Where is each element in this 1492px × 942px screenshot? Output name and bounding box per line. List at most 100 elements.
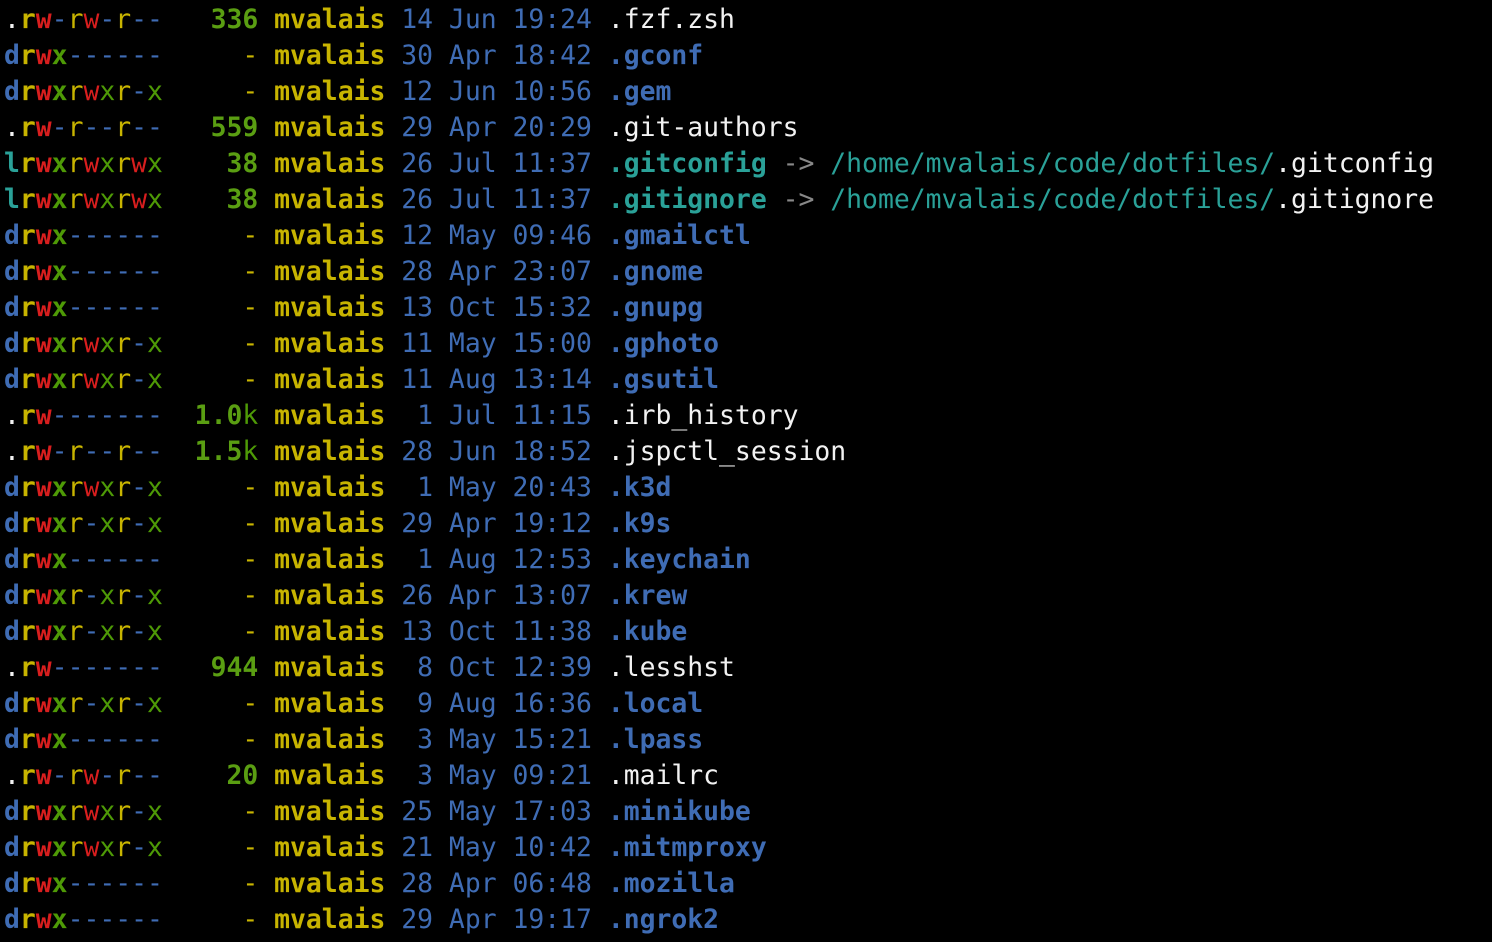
file-size: - (178, 688, 259, 719)
file-date: 3 May 15:21 (401, 724, 592, 755)
permissions: drwxr-xr-x (4, 580, 163, 611)
symlink-arrow: -> (782, 148, 815, 179)
file-name[interactable]: .git-authors (608, 112, 799, 143)
file-owner: mvalais (274, 832, 386, 863)
file-name[interactable]: .lesshst (608, 652, 735, 683)
file-owner: mvalais (274, 652, 386, 683)
permissions: drwx------ (4, 256, 163, 287)
file-name[interactable]: .jspctl_session (608, 436, 846, 467)
file-size: - (178, 580, 259, 611)
symlink-target-file: .gitignore (1275, 184, 1435, 215)
file-owner: mvalais (274, 796, 386, 827)
file-size: 559 (178, 112, 259, 143)
file-name[interactable]: .mitmproxy (608, 832, 767, 863)
file-size: 20 (178, 760, 259, 791)
file-name[interactable]: .mailrc (608, 760, 719, 791)
symlink-target-path: /home/mvalais/code/dotfiles/ (830, 148, 1276, 179)
file-name[interactable]: .lpass (608, 724, 703, 755)
permissions: drwxrwxr-x (4, 76, 163, 107)
file-name[interactable]: .gphoto (608, 328, 719, 359)
file-name[interactable]: .k9s (608, 508, 672, 539)
list-item: drwx------ - mvalais 12 May 09:46 .gmail… (4, 218, 1492, 254)
permissions: drwxrwxr-x (4, 328, 163, 359)
file-date: 26 Jul 11:37 (401, 148, 592, 179)
list-item: drwxrwxr-x - mvalais 12 Jun 10:56 .gem (4, 74, 1492, 110)
file-name[interactable]: .gitconfig (608, 148, 767, 179)
file-size: 38 (178, 184, 259, 215)
list-item: drwxrwxr-x - mvalais 11 Aug 13:14 .gsuti… (4, 362, 1492, 398)
file-name[interactable]: .gitignore (608, 184, 767, 215)
permissions: lrwxrwxrwx (4, 148, 163, 179)
list-item: .rw------- 1.0k mvalais 1 Jul 11:15 .irb… (4, 398, 1492, 434)
file-name[interactable]: .gem (608, 76, 672, 107)
list-item: drwxrwxr-x - mvalais 1 May 20:43 .k3d (4, 470, 1492, 506)
list-item: drwx------ - mvalais 29 Apr 19:17 .ngrok… (4, 902, 1492, 938)
symlink-arrow: -> (782, 184, 815, 215)
permissions: drwxrwxr-x (4, 364, 163, 395)
list-item: .rw-rw-r-- 336 mvalais 14 Jun 19:24 .fzf… (4, 2, 1492, 38)
list-item: drwx------ - mvalais 30 Apr 18:42 .gconf (4, 38, 1492, 74)
permissions: .rw-rw-r-- (4, 760, 163, 791)
file-size: - (178, 292, 259, 323)
file-date: 29 Apr 19:17 (401, 904, 592, 935)
file-date: 1 Jul 11:15 (401, 400, 592, 431)
file-owner: mvalais (274, 508, 386, 539)
file-name[interactable]: .gmailctl (608, 220, 751, 251)
file-name[interactable]: .minikube (608, 796, 751, 827)
list-item: drwx------ - mvalais 28 Apr 23:07 .gnome (4, 254, 1492, 290)
file-owner: mvalais (274, 616, 386, 647)
file-name[interactable]: .k3d (608, 472, 672, 503)
permissions: drwx------ (4, 40, 163, 71)
file-owner: mvalais (274, 256, 386, 287)
file-name[interactable]: .gnupg (608, 292, 703, 323)
file-owner: mvalais (274, 76, 386, 107)
file-owner: mvalais (274, 544, 386, 575)
list-item: .rw-r--r-- 1.5k mvalais 28 Jun 18:52 .js… (4, 434, 1492, 470)
file-date: 28 Apr 06:48 (401, 868, 592, 899)
file-name[interactable]: .gsutil (608, 364, 719, 395)
list-item: drwxrwxr-x - mvalais 21 May 10:42 .mitmp… (4, 830, 1492, 866)
file-name[interactable]: .gnome (608, 256, 703, 287)
file-name[interactable]: .fzf.zsh (608, 4, 735, 35)
permissions: drwxrwxr-x (4, 832, 163, 863)
list-item: drwx------ - mvalais 1 Aug 12:53 .keycha… (4, 542, 1492, 578)
file-name[interactable]: .krew (608, 580, 687, 611)
file-date: 1 Aug 12:53 (401, 544, 592, 575)
list-item: drwx------ - mvalais 28 Apr 06:48 .mozil… (4, 866, 1492, 902)
file-size: - (178, 832, 259, 863)
permissions: drwxr-xr-x (4, 508, 163, 539)
file-owner: mvalais (274, 904, 386, 935)
file-date: 8 Oct 12:39 (401, 652, 592, 683)
file-owner: mvalais (274, 688, 386, 719)
list-item: .rw-rw-r-- 20 mvalais 3 May 09:21 .mailr… (4, 758, 1492, 794)
file-owner: mvalais (274, 292, 386, 323)
file-name[interactable]: .irb_history (608, 400, 799, 431)
permissions: .rw-rw-r-- (4, 4, 163, 35)
file-size: - (178, 220, 259, 251)
file-size: - (178, 472, 259, 503)
permissions: drwx------ (4, 724, 163, 755)
permissions: drwx------ (4, 544, 163, 575)
list-item: drwxrwxr-x - mvalais 11 May 15:00 .gphot… (4, 326, 1492, 362)
file-owner: mvalais (274, 436, 386, 467)
file-size: 38 (178, 148, 259, 179)
file-name[interactable]: .ngrok2 (608, 904, 719, 935)
file-size: 336 (178, 4, 259, 35)
file-owner: mvalais (274, 472, 386, 503)
file-size: - (178, 796, 259, 827)
file-name[interactable]: .local (608, 688, 703, 719)
file-date: 30 Apr 18:42 (401, 40, 592, 71)
file-name[interactable]: .mozilla (608, 868, 735, 899)
file-size: - (178, 508, 259, 539)
permissions: lrwxrwxrwx (4, 184, 163, 215)
permissions: drwxr-xr-x (4, 616, 163, 647)
list-item: drwxr-xr-x - mvalais 26 Apr 13:07 .krew (4, 578, 1492, 614)
file-name[interactable]: .kube (608, 616, 687, 647)
file-size: - (178, 544, 259, 575)
list-item: lrwxrwxrwx 38 mvalais 26 Jul 11:37 .giti… (4, 182, 1492, 218)
permissions: drwx------ (4, 292, 163, 323)
file-name[interactable]: .keychain (608, 544, 751, 575)
file-name[interactable]: .gconf (608, 40, 703, 71)
file-owner: mvalais (274, 4, 386, 35)
file-date: 25 May 17:03 (401, 796, 592, 827)
